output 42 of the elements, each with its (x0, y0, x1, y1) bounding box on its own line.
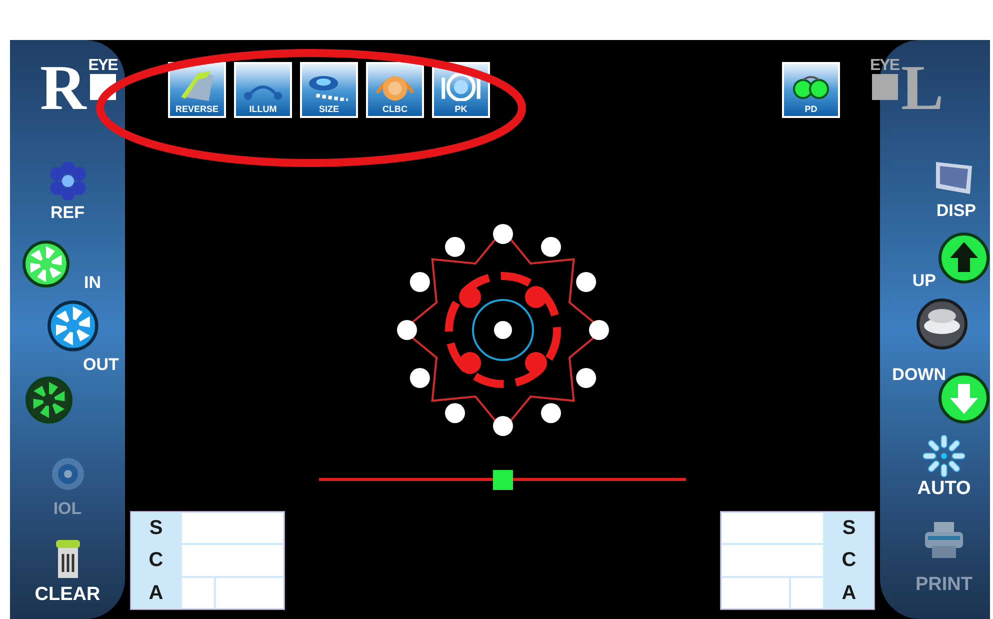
table-cell (722, 578, 789, 608)
eye-letter: R (40, 58, 86, 118)
pd-button[interactable]: PD (782, 62, 840, 118)
eye-label: EYE (88, 58, 118, 74)
aperture-icon (25, 376, 73, 424)
tool-icon (180, 71, 214, 101)
button-label: REF (50, 204, 84, 222)
auto-button[interactable] (920, 432, 968, 480)
iris-button[interactable] (47, 300, 99, 352)
button-label: CLEAR (34, 586, 100, 604)
eye-square-icon (872, 74, 898, 100)
toolbar-button[interactable]: ILLUM (234, 62, 292, 118)
hexagon-cluster-icon (48, 162, 88, 200)
lens-ring-icon (50, 456, 86, 492)
toolbar-button[interactable]: REVERSE (168, 62, 226, 118)
slider-thumb[interactable] (492, 470, 512, 490)
aperture-icon (22, 240, 70, 288)
eye-letter: L (901, 58, 944, 118)
tool-icon (375, 75, 415, 101)
chin-rest-icon (916, 298, 968, 350)
toolbar-button[interactable]: CLBC (366, 62, 424, 118)
tool-icon (441, 72, 481, 101)
aperture-icon (47, 300, 99, 352)
table-cell (791, 578, 823, 608)
tool-icon (791, 73, 831, 101)
up-button[interactable] (938, 232, 990, 284)
button-label: DISP (936, 202, 976, 220)
button-label: OUT (83, 356, 120, 374)
button-label: IOL (53, 500, 82, 518)
spinner-icon (920, 432, 968, 480)
toolbar-button[interactable]: SIZE (300, 62, 358, 118)
button-label: DOWN (892, 366, 946, 384)
button-label: PRINT (916, 576, 972, 594)
button-label: AUTO (917, 480, 971, 498)
table-cell (182, 578, 214, 608)
tool-icon (309, 76, 349, 101)
table-cell (216, 578, 283, 608)
in-button[interactable] (22, 240, 70, 288)
button-label: UP (912, 272, 936, 290)
ref-button[interactable] (48, 162, 88, 200)
tool-icon (243, 84, 283, 101)
button-label: IN (84, 274, 101, 292)
